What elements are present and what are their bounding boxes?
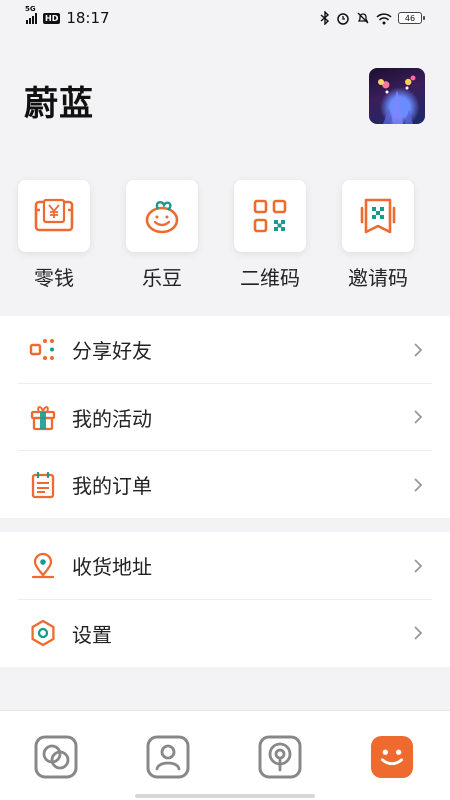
wallet-yen-icon: [34, 198, 74, 232]
gift-icon: [29, 403, 57, 431]
quick-label: 邀请码: [348, 266, 408, 290]
tab-home-active[interactable]: [370, 735, 414, 779]
avatar-image: [378, 75, 416, 124]
menu-item-label: 收货地址: [72, 555, 152, 580]
quick-box: [234, 180, 306, 252]
chevron-right-icon: [414, 626, 423, 640]
tab-podcast[interactable]: [258, 735, 302, 779]
chevron-right-icon: [414, 410, 423, 424]
quick-item-beans[interactable]: 乐豆: [126, 180, 198, 291]
tab-profile[interactable]: [146, 735, 190, 779]
invite-code-icon: [360, 198, 396, 234]
hd-badge: HD: [43, 12, 61, 24]
smile-tab-icon: [370, 735, 414, 779]
quick-box: [18, 180, 90, 252]
person-tab-icon: [146, 735, 190, 779]
quick-item-qrcode[interactable]: 二维码: [234, 180, 306, 291]
chevron-right-icon: [414, 559, 423, 573]
battery-level: 46: [404, 13, 416, 23]
profile-header: 蔚蓝: [0, 60, 450, 140]
menu-item-label: 设置: [72, 622, 112, 647]
quick-label: 乐豆: [142, 266, 182, 290]
status-left: 5G HD 18:17: [25, 5, 110, 27]
share-icon: [29, 336, 57, 364]
status-bar: 5G HD 18:17 46: [0, 0, 450, 36]
chevron-right-icon: [414, 478, 423, 492]
mute-icon: [357, 12, 369, 24]
qr-code-icon: [253, 199, 287, 233]
menu-group-secondary: 收货地址 设置: [0, 532, 450, 667]
circles-tab-icon: [34, 735, 78, 779]
menu-item-label: 我的订单: [72, 474, 152, 499]
menu-item-address[interactable]: 收货地址: [0, 532, 450, 600]
menu-item-activities[interactable]: 我的活动: [0, 384, 450, 451]
bluetooth-icon: [320, 11, 330, 25]
status-right: 46: [320, 11, 425, 25]
menu-item-orders[interactable]: 我的订单: [0, 451, 450, 519]
quick-label: 零钱: [34, 266, 74, 290]
menu-item-label: 分享好友: [72, 339, 152, 364]
quick-actions: 零钱 乐豆 二维码 邀请码: [0, 180, 450, 290]
bottom-tab-bar: [0, 710, 450, 800]
menu-item-settings[interactable]: 设置: [0, 600, 450, 668]
status-time: 18:17: [66, 9, 110, 27]
menu-group-primary: 分享好友 我的活动 我的订单: [0, 316, 450, 518]
wifi-icon: [376, 12, 392, 24]
quick-box: [126, 180, 198, 252]
network-type: 5G: [25, 5, 36, 13]
alarm-icon: [337, 13, 349, 25]
settings-icon: [29, 619, 57, 647]
quick-box: [342, 180, 414, 252]
cellular-signal-icon: 5G: [25, 5, 37, 24]
avatar[interactable]: [369, 68, 425, 124]
menu-item-share[interactable]: 分享好友: [0, 316, 450, 384]
tab-circles[interactable]: [34, 735, 78, 779]
order-list-icon: [29, 471, 57, 499]
location-pin-icon: [29, 552, 57, 580]
chevron-right-icon: [414, 343, 423, 357]
home-indicator: [135, 794, 315, 798]
battery-icon: 46: [398, 12, 425, 24]
menu-item-label: 我的活动: [72, 406, 152, 431]
podcast-tab-icon: [258, 735, 302, 779]
bean-mascot-icon: [145, 201, 179, 234]
quick-label: 二维码: [240, 266, 300, 290]
username: 蔚蓝: [24, 84, 94, 124]
quick-item-invite[interactable]: 邀请码: [342, 180, 414, 291]
quick-item-wallet[interactable]: 零钱: [18, 180, 90, 291]
